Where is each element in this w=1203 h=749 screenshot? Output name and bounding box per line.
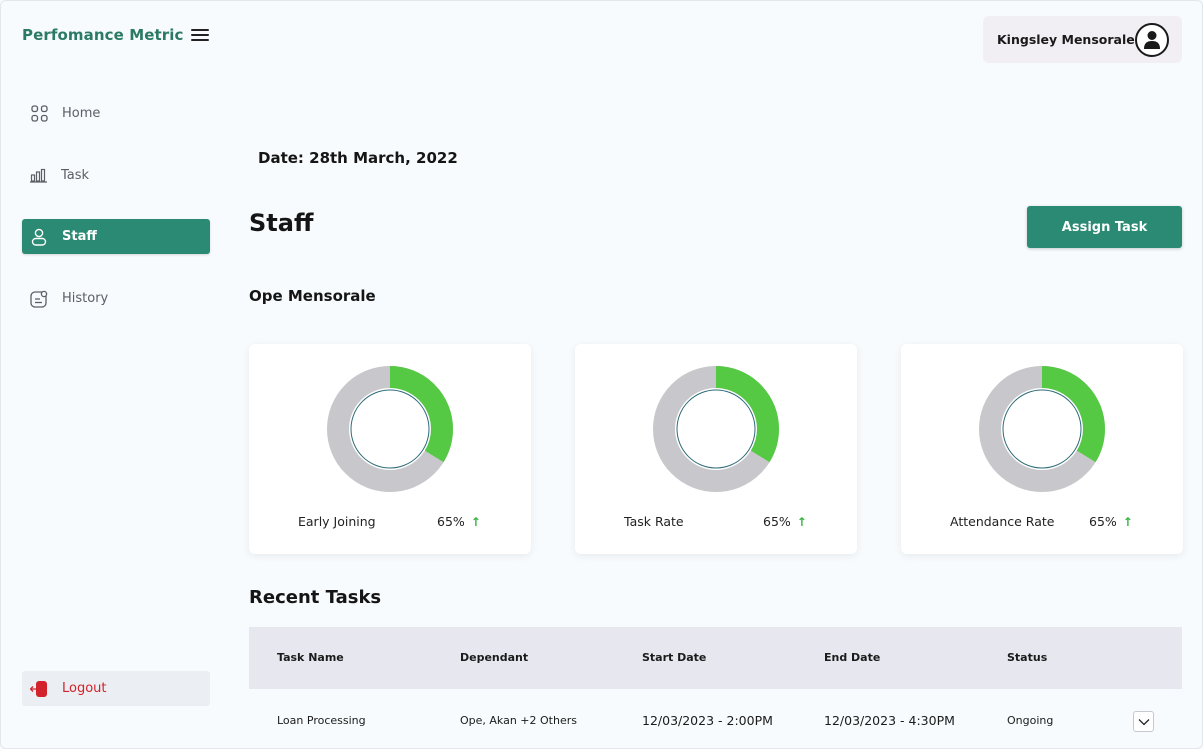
- metric-card-task-rate: Task Rate 65% ↑: [575, 344, 857, 554]
- grid-icon: [30, 105, 48, 123]
- column-header: Task Name: [277, 651, 344, 664]
- column-header: Status: [1007, 651, 1048, 664]
- column-header: End Date: [824, 651, 881, 664]
- cell-end-date: 12/03/2023 - 4:30PM: [824, 713, 955, 728]
- assign-task-button[interactable]: Assign Task: [1027, 206, 1182, 248]
- cell-start-date: 12/03/2023 - 2:00PM: [642, 713, 773, 728]
- metric-card-early-joining: Early Joining 65% ↑: [249, 344, 531, 554]
- recent-tasks-title: Recent Tasks: [249, 587, 382, 608]
- metric-value: 65% ↑: [437, 514, 481, 529]
- logout-button[interactable]: Logout: [22, 671, 210, 706]
- sidebar-item-task[interactable]: Task: [22, 158, 210, 193]
- sidebar-item-staff[interactable]: Staff: [22, 219, 210, 254]
- page-title: Staff: [249, 209, 314, 237]
- logout-icon: [30, 680, 48, 698]
- cell-status: Ongoing: [1007, 714, 1054, 727]
- sidebar-item-label: Task: [61, 168, 90, 183]
- metric-label: Task Rate: [624, 514, 684, 529]
- report-date: Date: 28th March, 2022: [258, 149, 458, 167]
- cell-dependant: Ope, Akan +2 Others: [460, 714, 577, 727]
- table-header: Task Name Dependant Start Date End Date …: [249, 627, 1182, 689]
- user-name: Kingsley Mensorale: [997, 32, 1135, 47]
- metric-label: Attendance Rate: [950, 514, 1055, 529]
- donut-chart: [653, 366, 779, 492]
- column-header: Start Date: [642, 651, 707, 664]
- donut-chart: [327, 366, 453, 492]
- metric-value: 65% ↑: [763, 514, 807, 529]
- sidebar-item-label: History: [62, 291, 109, 306]
- avatar-icon: [1135, 23, 1169, 57]
- hamburger-menu-icon[interactable]: [191, 29, 209, 43]
- sidebar-item-history[interactable]: History: [22, 281, 210, 316]
- staff-name: Ope Mensorale: [249, 287, 376, 305]
- cell-task-name: Loan Processing: [277, 714, 366, 727]
- column-header: Dependant: [460, 651, 529, 664]
- donut-chart: [979, 366, 1105, 492]
- sidebar-item-label: Staff: [62, 229, 97, 244]
- chevron-down-icon: [1138, 718, 1149, 725]
- metric-card-attendance-rate: Attendance Rate 65% ↑: [901, 344, 1183, 554]
- bar-chart-icon: [29, 167, 47, 185]
- arrow-up-icon: ↑: [796, 515, 807, 529]
- arrow-up-icon: ↑: [1122, 515, 1133, 529]
- history-icon: [30, 290, 48, 308]
- sidebar-item-label: Home: [62, 106, 101, 121]
- user-profile-card[interactable]: Kingsley Mensorale: [983, 16, 1182, 63]
- metric-value: 65% ↑: [1089, 514, 1133, 529]
- user-icon: [30, 228, 48, 246]
- app-title: Perfomance Metric: [22, 26, 184, 44]
- expand-row-button[interactable]: [1133, 711, 1154, 732]
- arrow-up-icon: ↑: [470, 515, 481, 529]
- sidebar-item-home[interactable]: Home: [22, 96, 210, 131]
- table-row[interactable]: Loan Processing Ope, Akan +2 Others 12/0…: [249, 689, 1182, 749]
- metric-label: Early Joining: [298, 514, 376, 529]
- logout-label: Logout: [62, 681, 107, 696]
